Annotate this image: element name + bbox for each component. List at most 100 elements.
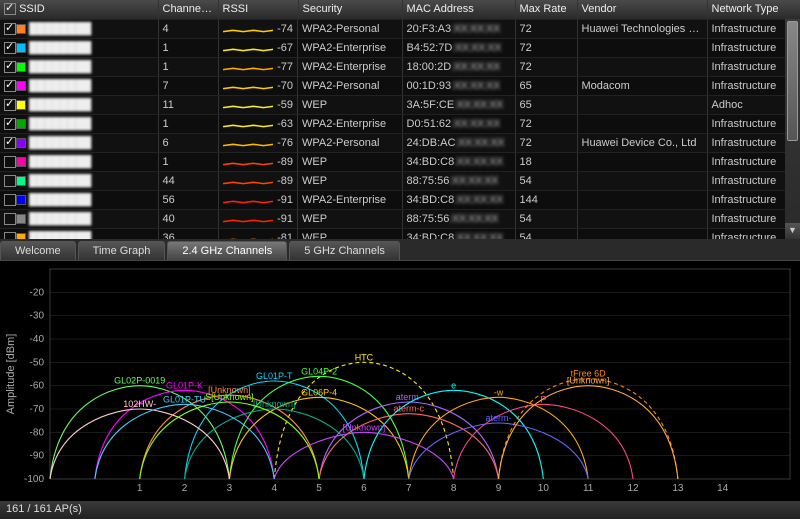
row-checkbox[interactable]	[4, 23, 16, 35]
col-nettype[interactable]: Network Type	[707, 0, 800, 19]
cell-vendor	[577, 172, 707, 191]
rssi-value: -63	[277, 118, 293, 130]
cell-vendor	[577, 96, 707, 115]
table-row[interactable]: ████████40-91WEP88:75:56:XX:XX:XX54Infra…	[0, 210, 800, 229]
col-channel[interactable]: Channel	[158, 0, 218, 19]
scrollbar-thumb[interactable]	[787, 21, 798, 141]
cell-mac: 3A:5F:CE:XX:XX:XX	[402, 96, 515, 115]
color-swatch	[16, 176, 26, 186]
table-row[interactable]: ████████1-63WPA2-EnterpriseD0:51:62:XX:X…	[0, 115, 800, 134]
ssid-label: ████████	[29, 118, 91, 130]
rssi-sparkline	[223, 195, 274, 205]
svg-text:5: 5	[316, 483, 322, 494]
cell-channel: 11	[158, 96, 218, 115]
tab-5ghz[interactable]: 5 GHz Channels	[289, 241, 400, 260]
table-row[interactable]: ████████56-91WPA2-Enterprise34:BD:C8:XX:…	[0, 191, 800, 210]
cell-mac: B4:52:7D:XX:XX:XX	[402, 39, 515, 58]
cell-vendor: Huawei Technologies C…	[577, 19, 707, 39]
cell-rssi: -89	[219, 153, 299, 172]
cell-channel: 56	[158, 191, 218, 210]
svg-text:aterm-: aterm-	[396, 392, 422, 402]
col-security[interactable]: Security	[298, 0, 402, 19]
svg-text:-60: -60	[30, 381, 45, 392]
cell-mac: 34:BD:C8:XX:XX:XX	[402, 191, 515, 210]
tab-24ghz[interactable]: 2.4 GHz Channels	[167, 241, 287, 260]
col-ssid[interactable]: SSID	[0, 0, 158, 19]
svg-text:13: 13	[672, 483, 684, 494]
row-checkbox[interactable]	[4, 213, 16, 225]
cell-vendor	[577, 58, 707, 77]
tab-bar: Welcome Time Graph 2.4 GHz Channels 5 GH…	[0, 239, 800, 261]
svg-text:-40: -40	[30, 334, 45, 345]
col-mac[interactable]: MAC Address	[402, 0, 515, 19]
table-row[interactable]: ████████1-67WPA2-EnterpriseB4:52:7D:XX:X…	[0, 39, 800, 58]
svg-text:-90: -90	[30, 451, 45, 462]
cell-vendor: Modacom	[577, 77, 707, 96]
cell-security: WEP	[298, 210, 402, 229]
cell-maxrate: 65	[515, 96, 577, 115]
row-checkbox[interactable]	[4, 118, 16, 130]
status-bar: 161 / 161 AP(s)	[0, 501, 800, 519]
table-row[interactable]: ████████11-59WEP3A:5F:CE:XX:XX:XX65Adhoc	[0, 96, 800, 115]
cell-maxrate: 72	[515, 134, 577, 153]
rssi-sparkline	[223, 100, 274, 110]
svg-text:6: 6	[361, 483, 367, 494]
tab-welcome[interactable]: Welcome	[0, 241, 76, 260]
ssid-label: ████████	[29, 80, 91, 92]
color-swatch	[16, 100, 26, 110]
svg-text:-70: -70	[30, 404, 45, 415]
cell-maxrate: 18	[515, 153, 577, 172]
channel-chart: -20-30-40-50-60-70-80-90-100123456789101…	[0, 261, 800, 501]
table-row[interactable]: ████████1-89WEP34:BD:C8:XX:XX:XX18Infras…	[0, 153, 800, 172]
cell-maxrate: 72	[515, 58, 577, 77]
ssid-label: ████████	[29, 23, 91, 35]
col-maxrate[interactable]: Max Rate	[515, 0, 577, 19]
rssi-sparkline	[223, 233, 274, 240]
table-scrollbar[interactable]: ▼	[785, 19, 800, 239]
cell-channel: 1	[158, 58, 218, 77]
scrollbar-down-button[interactable]: ▼	[785, 223, 800, 239]
color-swatch	[16, 81, 26, 91]
network-table: SSID Channel RSSI Security MAC Address M…	[0, 0, 800, 239]
row-checkbox[interactable]	[4, 61, 16, 73]
table-row[interactable]: ████████7-70WPA2-Personal00:1D:93:XX:XX:…	[0, 77, 800, 96]
col-rssi[interactable]: RSSI	[218, 0, 298, 19]
tab-time-graph[interactable]: Time Graph	[78, 241, 166, 260]
table-row[interactable]: ████████1-77WPA2-Enterprise18:00:2D:XX:X…	[0, 58, 800, 77]
row-checkbox[interactable]	[4, 137, 16, 149]
col-vendor[interactable]: Vendor	[577, 0, 707, 19]
cell-security: WPA2-Personal	[298, 77, 402, 96]
svg-text:-80: -80	[30, 427, 45, 438]
color-swatch	[16, 138, 26, 148]
row-checkbox[interactable]	[4, 99, 16, 111]
svg-text:Amplitude [dBm]: Amplitude [dBm]	[5, 334, 17, 415]
cell-mac: 00:1D:93:XX:XX:XX	[402, 77, 515, 96]
row-checkbox[interactable]	[4, 42, 16, 54]
row-checkbox[interactable]	[4, 156, 16, 168]
cell-security: WEP	[298, 229, 402, 240]
color-swatch	[16, 214, 26, 224]
table-row[interactable]: ████████36-81WEP34:BD:C8:XX:XX:XX54Infra…	[0, 229, 800, 240]
svg-text:aterm-: aterm-	[485, 413, 511, 423]
svg-text:9: 9	[496, 483, 502, 494]
table-row[interactable]: ████████44-89WEP88:75:56:XX:XX:XX54Infra…	[0, 172, 800, 191]
row-checkbox[interactable]	[4, 194, 16, 206]
row-checkbox[interactable]	[4, 232, 16, 239]
color-swatch	[16, 119, 26, 129]
cell-rssi: -74	[219, 20, 299, 39]
table-row[interactable]: ████████6-76WPA2-Personal24:DB:AC:XX:XX:…	[0, 134, 800, 153]
header-checkbox[interactable]	[4, 3, 16, 15]
rssi-sparkline	[223, 119, 274, 129]
cell-rssi: -91	[219, 191, 299, 210]
row-checkbox[interactable]	[4, 175, 16, 187]
cell-rssi: -59	[219, 96, 299, 115]
cell-channel: 4	[158, 19, 218, 39]
cell-channel: 6	[158, 134, 218, 153]
cell-mac: 34:BD:C8:XX:XX:XX	[402, 153, 515, 172]
table-row[interactable]: ████████4-74WPA2-Personal20:F3:A3:XX:XX:…	[0, 19, 800, 39]
cell-mac: 88:75:56:XX:XX:XX	[402, 210, 515, 229]
cell-rssi: -91	[219, 210, 299, 229]
svg-text:3: 3	[227, 483, 233, 494]
rssi-sparkline	[223, 24, 274, 34]
row-checkbox[interactable]	[4, 80, 16, 92]
